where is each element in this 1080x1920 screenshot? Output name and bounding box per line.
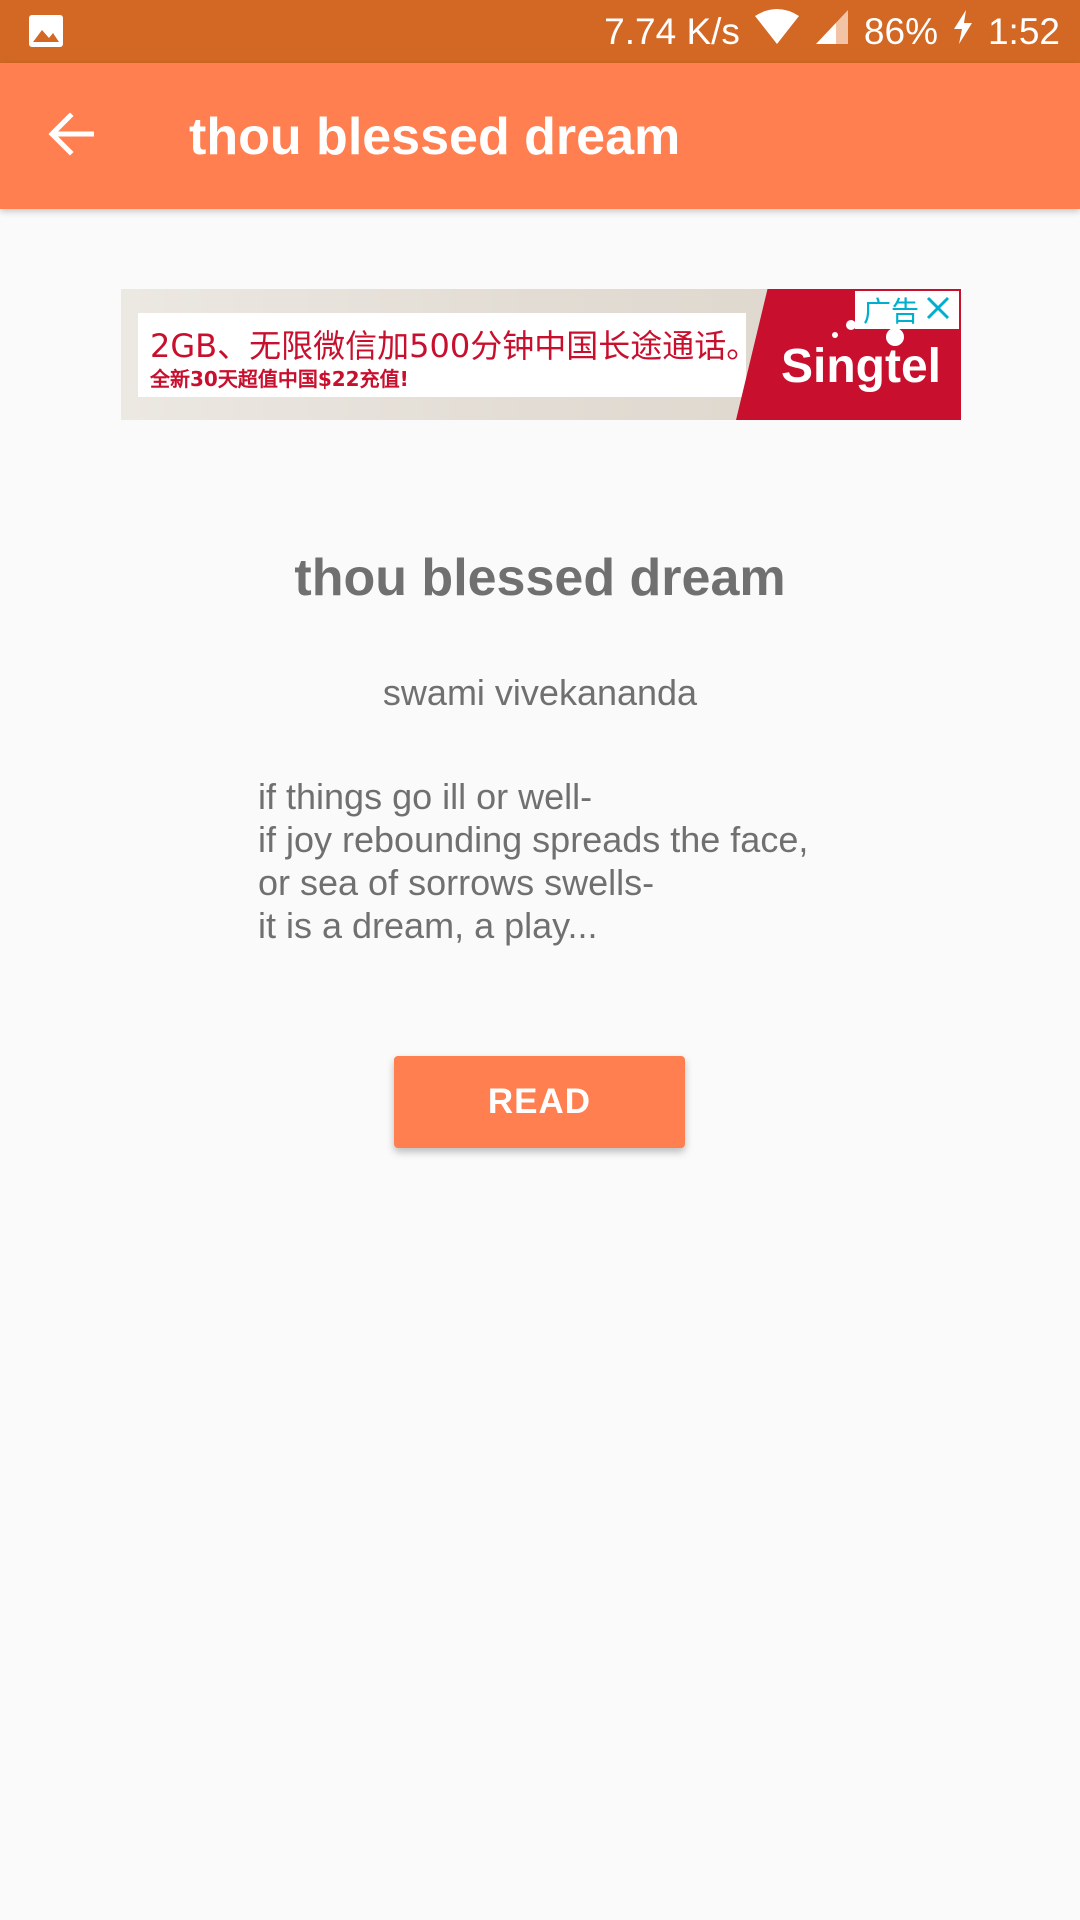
toolbar-title: thou blessed dream xyxy=(189,108,681,166)
image-icon xyxy=(28,14,64,48)
poem-line: if things go ill or well- xyxy=(258,776,593,817)
app-bar: thou blessed dream xyxy=(0,63,1080,209)
status-indicators: 7.74 K/s 86% 1:52 xyxy=(604,0,1060,63)
wifi-icon xyxy=(754,8,800,55)
poem-excerpt: if things go ill or well- if joy rebound… xyxy=(258,775,958,947)
charging-icon xyxy=(952,9,974,54)
arrow-back-icon xyxy=(48,111,96,161)
back-button[interactable] xyxy=(34,98,110,174)
ad-brand-name: Singtel xyxy=(781,340,942,393)
poem-title: thou blessed dream xyxy=(294,549,786,607)
signal-icon xyxy=(814,8,850,55)
ad-choices[interactable]: 广告 xyxy=(855,291,959,329)
poem-line: or sea of sorrows swells- xyxy=(258,862,655,903)
poem-line: it is a dream, a play... xyxy=(258,905,598,946)
clock: 1:52 xyxy=(987,10,1060,52)
ad-label: 广告 xyxy=(862,295,919,328)
poem-line: if joy rebounding spreads the face, xyxy=(258,819,809,860)
battery-level: 86% xyxy=(863,10,938,52)
close-icon[interactable] xyxy=(925,295,951,326)
network-speed: 7.74 K/s xyxy=(604,10,740,52)
ad-subline: 全新30天超值中国$22充值! xyxy=(150,367,409,391)
status-bar: 7.74 K/s 86% 1:52 xyxy=(0,0,1080,63)
ad-headline: 2GB、无限微信加500分钟中国长途通话。 xyxy=(150,327,759,365)
read-button[interactable]: READ xyxy=(394,1056,685,1148)
ad-banner[interactable]: 2GB、无限微信加500分钟中国长途通话。 全新30天超值中国$22充值! Si… xyxy=(121,289,961,420)
ad-text-box: 2GB、无限微信加500分钟中国长途通话。 全新30天超值中国$22充值! xyxy=(138,313,758,397)
poem-author: swami vivekananda xyxy=(382,672,698,713)
